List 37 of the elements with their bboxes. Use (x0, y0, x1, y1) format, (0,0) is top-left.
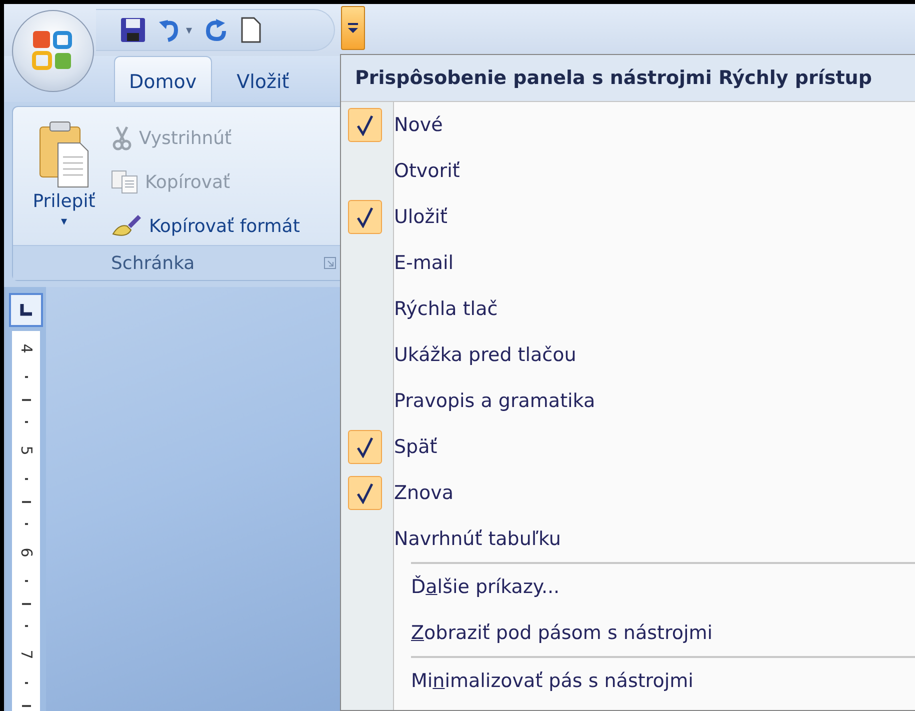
menu-item[interactable]: Navrhnúť tabuľku (341, 516, 915, 562)
paste-button[interactable]: Prilepiť ▾ (25, 119, 103, 245)
dropdown-arrow-icon (347, 21, 359, 35)
menu-item[interactable]: E-mail (341, 240, 915, 286)
menu-item[interactable]: Znova (341, 470, 915, 516)
scissors-icon (111, 125, 133, 151)
undo-dropdown-caret[interactable]: ▾ (186, 23, 192, 37)
menu-item[interactable]: Rýchla tlač (341, 286, 915, 332)
group-label: Schránka (111, 252, 195, 274)
menu-item[interactable]: Späť (341, 424, 915, 470)
ribbon-tab[interactable]: Domov (114, 56, 212, 102)
checkmark-box (348, 200, 382, 234)
menu-item[interactable]: Minimalizovať pás s nástrojmi (411, 670, 694, 692)
menu-item[interactable]: Uložiť (341, 194, 915, 240)
save-icon[interactable] (120, 17, 146, 43)
menu-title: Prispôsobenie panela s nástrojmi Rýchly prístup (341, 55, 915, 102)
ruler-number: 7 (18, 650, 34, 660)
ruler-number: 6 (18, 548, 34, 558)
checkmark-box (348, 476, 382, 510)
new-document-icon[interactable] (240, 17, 262, 43)
copy-icon (111, 170, 139, 194)
menu-item[interactable]: Ďalšie príkazy... (411, 576, 560, 598)
ribbon-tab[interactable]: Vložiť (222, 56, 304, 102)
ruler-number: 4 (18, 344, 34, 354)
redo-icon[interactable] (204, 18, 228, 42)
menu-item[interactable]: Otvoriť (341, 148, 915, 194)
customize-toolbar-button[interactable] (341, 6, 365, 50)
menu-item[interactable]: Nové (341, 102, 915, 148)
menu-item[interactable]: Zobraziť pod pásom s nástrojmi (411, 622, 713, 644)
checkmark-box (348, 430, 382, 464)
tab-selector[interactable] (9, 293, 43, 327)
ruler-number: 5 (18, 446, 34, 456)
checkmark-box (348, 108, 382, 142)
ribbon-command[interactable]: Kopírovať formát (111, 207, 300, 245)
menu-item[interactable]: Ukážka pred tlačou (341, 332, 915, 378)
left-tab-icon (19, 303, 33, 317)
menu-item[interactable]: Pravopis a gramatika (341, 378, 915, 424)
